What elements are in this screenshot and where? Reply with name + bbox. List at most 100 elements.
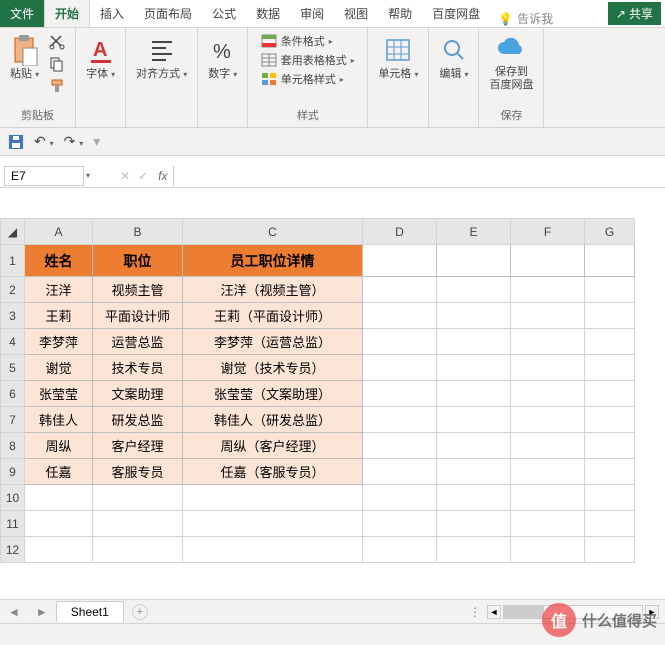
cell[interactable] <box>585 485 635 511</box>
col-header-D[interactable]: D <box>363 219 437 245</box>
cell[interactable] <box>363 511 437 537</box>
number-button[interactable]: % 数字 ▾ <box>206 32 239 83</box>
cell[interactable]: 视频主管 <box>93 277 183 303</box>
editing-button[interactable]: 编辑 ▾ <box>437 32 470 83</box>
cell[interactable] <box>363 407 437 433</box>
cell[interactable]: 姓名 <box>25 245 93 277</box>
cell[interactable] <box>437 245 511 277</box>
cell[interactable] <box>437 537 511 563</box>
cells-button[interactable]: 单元格 ▾ <box>376 32 420 83</box>
cell[interactable] <box>183 511 363 537</box>
cell[interactable] <box>363 433 437 459</box>
cut-button[interactable] <box>47 32 67 52</box>
cell[interactable] <box>363 355 437 381</box>
formula-input[interactable] <box>173 166 665 186</box>
row-header[interactable]: 11 <box>1 511 25 537</box>
cell[interactable] <box>363 485 437 511</box>
save-baidu-button[interactable]: 保存到 百度网盘 <box>487 32 535 94</box>
row-header[interactable]: 4 <box>1 329 25 355</box>
align-button[interactable]: 对齐方式 ▾ <box>134 32 189 83</box>
grid[interactable]: ◢ A B C D E F G 1姓名职位员工职位详情 2汪洋视频主管汪洋（视频… <box>0 218 635 563</box>
cell[interactable] <box>363 303 437 329</box>
undo-button[interactable]: ↶ ▾ <box>34 133 54 150</box>
cell[interactable] <box>363 245 437 277</box>
tab-home[interactable]: 开始 <box>44 0 90 27</box>
cell[interactable]: 韩佳人（研发总监） <box>183 407 363 433</box>
cell[interactable] <box>585 511 635 537</box>
row-header[interactable]: 1 <box>1 245 25 277</box>
cell[interactable] <box>585 433 635 459</box>
cell[interactable] <box>25 537 93 563</box>
cell[interactable]: 王莉（平面设计师） <box>183 303 363 329</box>
save-button[interactable] <box>8 134 24 150</box>
cell[interactable] <box>437 433 511 459</box>
cell[interactable] <box>363 277 437 303</box>
cell[interactable]: 张莹莹（文案助理） <box>183 381 363 407</box>
name-box[interactable]: E7 <box>4 166 84 186</box>
cell[interactable]: 张莹莹 <box>25 381 93 407</box>
fx-icon[interactable]: fx <box>158 169 167 183</box>
cancel-formula-button[interactable]: ✕ <box>120 169 130 183</box>
tell-me[interactable]: 💡告诉我 <box>498 10 553 27</box>
cell[interactable]: 汪洋（视频主管） <box>183 277 363 303</box>
table-format-button[interactable]: 套用表格格式▸ <box>261 51 355 69</box>
cell[interactable] <box>511 277 585 303</box>
cell[interactable] <box>437 303 511 329</box>
tab-file[interactable]: 文件 <box>0 0 44 27</box>
cell[interactable] <box>585 355 635 381</box>
col-header-B[interactable]: B <box>93 219 183 245</box>
cell[interactable] <box>585 407 635 433</box>
cell[interactable]: 研发总监 <box>93 407 183 433</box>
add-sheet-button[interactable]: + <box>132 604 148 620</box>
cell[interactable]: 平面设计师 <box>93 303 183 329</box>
cell[interactable]: 客户经理 <box>93 433 183 459</box>
col-header-E[interactable]: E <box>437 219 511 245</box>
cell[interactable] <box>585 459 635 485</box>
cell[interactable]: 运营总监 <box>93 329 183 355</box>
cell[interactable] <box>437 355 511 381</box>
cell[interactable] <box>363 381 437 407</box>
cell[interactable] <box>511 511 585 537</box>
cell[interactable] <box>25 485 93 511</box>
row-header[interactable]: 7 <box>1 407 25 433</box>
col-header-F[interactable]: F <box>511 219 585 245</box>
tab-baidu[interactable]: 百度网盘 <box>422 0 490 27</box>
cell[interactable] <box>511 329 585 355</box>
tab-insert[interactable]: 插入 <box>90 0 134 27</box>
sheet-tab[interactable]: Sheet1 <box>56 601 124 622</box>
qat-customize[interactable]: ▾ <box>93 133 100 150</box>
cell[interactable] <box>511 485 585 511</box>
cell[interactable]: 文案助理 <box>93 381 183 407</box>
cell[interactable] <box>585 303 635 329</box>
cell[interactable]: 李梦萍（运营总监） <box>183 329 363 355</box>
font-button[interactable]: A 字体 ▾ <box>84 32 117 83</box>
cell[interactable]: 技术专员 <box>93 355 183 381</box>
cell[interactable] <box>437 407 511 433</box>
row-header[interactable]: 6 <box>1 381 25 407</box>
format-painter-button[interactable] <box>47 76 67 96</box>
cell[interactable] <box>183 485 363 511</box>
row-header[interactable]: 12 <box>1 537 25 563</box>
cell[interactable]: 王莉 <box>25 303 93 329</box>
cell[interactable]: 谢觉 <box>25 355 93 381</box>
cell[interactable]: 周纵（客户经理） <box>183 433 363 459</box>
redo-button[interactable]: ↷ ▾ <box>64 133 84 150</box>
col-header-C[interactable]: C <box>183 219 363 245</box>
cell[interactable] <box>93 511 183 537</box>
cell[interactable] <box>93 485 183 511</box>
sheet-nav-prev[interactable]: ◄ <box>0 605 28 619</box>
cell[interactable]: 周纵 <box>25 433 93 459</box>
cell[interactable] <box>363 329 437 355</box>
cell[interactable] <box>437 485 511 511</box>
cell[interactable]: 客服专员 <box>93 459 183 485</box>
cell[interactable] <box>511 407 585 433</box>
col-header-A[interactable]: A <box>25 219 93 245</box>
cell[interactable] <box>585 277 635 303</box>
cell[interactable] <box>437 277 511 303</box>
cell[interactable] <box>511 245 585 277</box>
tab-data[interactable]: 数据 <box>246 0 290 27</box>
tab-help[interactable]: 帮助 <box>378 0 422 27</box>
conditional-format-button[interactable]: 条件格式▸ <box>261 32 355 50</box>
paste-button[interactable]: 粘贴 ▾ <box>8 32 41 83</box>
row-header[interactable]: 3 <box>1 303 25 329</box>
